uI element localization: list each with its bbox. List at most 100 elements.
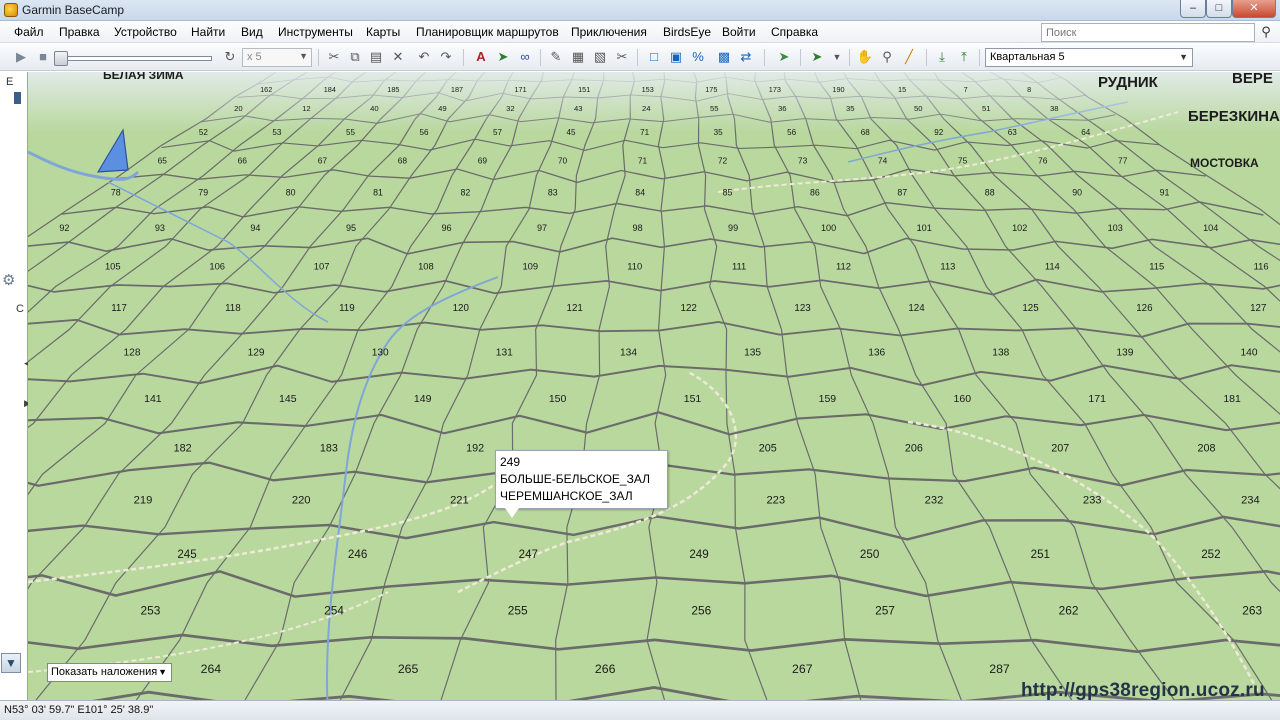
magnifier-icon[interactable]: ⚲ (1257, 24, 1275, 41)
chevron-down-icon[interactable]: ▼ (828, 48, 846, 66)
compartment-number-label: 64 (1081, 128, 1091, 137)
menu-file[interactable]: Файл (14, 25, 44, 39)
compartment-number-label: 252 (1201, 548, 1220, 561)
compartment-number-label: 173 (769, 85, 781, 94)
library-panel: E ⚙ C ◀ ▶ ▼ (0, 72, 31, 700)
compartment-number-label: 140 (1241, 347, 1258, 358)
compartment-number-label: 266 (595, 662, 616, 676)
playback-slider-thumb[interactable] (54, 51, 68, 66)
maximize-button[interactable]: □ (1206, 0, 1232, 18)
compartment-number-label: 108 (418, 260, 434, 271)
compartment-number-label: 109 (522, 260, 538, 271)
minimize-button[interactable]: – (1180, 0, 1206, 18)
toolbar-separator (849, 49, 850, 66)
paste-icon[interactable]: ▤ (367, 48, 385, 66)
menu-tools[interactable]: Инструменты (278, 25, 353, 39)
town-label: БЕЛАЯ ЗИМА (103, 72, 184, 82)
compartment-number-label: 35 (846, 104, 855, 113)
percent-icon[interactable]: % (689, 48, 707, 66)
compartment-number-label: 112 (836, 260, 851, 271)
compartment-number-label: 262 (1059, 603, 1079, 617)
rocket-icon[interactable]: ➤ (775, 48, 793, 66)
menu-adventures[interactable]: Приключения (571, 25, 647, 39)
compartment-number-label: 265 (398, 662, 419, 676)
map-view[interactable]: 162 184 185 187 171 151 153 175 173 190 15 7 8 20 12 40… (28, 72, 1280, 700)
menu-maps[interactable]: Карты (366, 25, 400, 39)
compartment-number-label: 99 (728, 223, 738, 233)
compartment-number-label: 94 (250, 223, 260, 233)
menu-edit[interactable]: Правка (59, 25, 100, 39)
link-tool-icon[interactable]: ∞ (516, 48, 534, 66)
ruler-icon[interactable]: ╱ (900, 48, 918, 66)
compartment-number-label: 85 (723, 187, 733, 197)
menu-help[interactable]: Справка (771, 25, 818, 39)
compartment-number-label: 251 (1031, 548, 1050, 561)
menu-find[interactable]: Найти (191, 25, 225, 39)
2d-view-icon[interactable]: □ (645, 48, 663, 66)
chevron-down-icon: ▼ (299, 51, 308, 61)
show-overlays-select[interactable]: Показать наложения ▼ (47, 663, 172, 682)
search-box (1041, 23, 1255, 42)
fit-map-icon[interactable]: ▩ (715, 48, 733, 66)
menu-device[interactable]: Устройство (114, 25, 177, 39)
play-icon[interactable]: ▶ (12, 48, 30, 66)
compartment-number-label: 84 (635, 187, 645, 197)
menu-birdseye[interactable]: BirdsEye (663, 25, 711, 39)
send-to-device-icon[interactable]: ⤒ (955, 48, 973, 66)
compartment-number-label: 246 (348, 548, 367, 561)
compartment-number-label: 68 (398, 155, 408, 165)
compartment-number-label: 72 (718, 155, 728, 165)
eraser-icon[interactable]: ▧ (591, 48, 609, 66)
redo-icon[interactable]: ↷ (437, 48, 455, 66)
route-direction-icon[interactable]: ➤ (808, 48, 826, 66)
3d-view-icon[interactable]: ▣ (667, 48, 685, 66)
map-product-select[interactable]: Квартальная 5 ▼ (985, 48, 1193, 67)
compartment-number-label: 160 (954, 393, 972, 405)
filter-icon[interactable]: ▼ (1, 653, 21, 673)
compartment-number-label: 135 (744, 347, 761, 358)
playback-speed-select[interactable]: x 5 ▼ (242, 48, 312, 67)
compartment-number-label: 38 (1050, 104, 1059, 113)
repeat-icon[interactable]: ↻ (221, 48, 239, 66)
text-tool-icon[interactable]: A (472, 48, 490, 66)
search-input[interactable] (1042, 24, 1232, 41)
delete-icon[interactable]: ✕ (389, 48, 407, 66)
pencil-icon[interactable]: ✎ (547, 48, 565, 66)
compartment-number-label: 117 (111, 303, 127, 314)
undo-icon[interactable]: ↶ (415, 48, 433, 66)
compartment-number-label: 88 (985, 187, 995, 197)
compartment-number-label: 36 (778, 104, 787, 113)
watermark: http://gps38region.ucoz.ru (1021, 680, 1265, 700)
compartment-number-label: 151 (578, 85, 590, 94)
compartment-number-label: 139 (1116, 347, 1133, 358)
menu-signin[interactable]: Войти (722, 25, 756, 39)
compartment-number-label: 138 (992, 347, 1009, 358)
menu-route-planner[interactable]: Планировщик маршрутов (416, 25, 559, 39)
receive-from-device-icon[interactable]: ⤓ (933, 48, 951, 66)
copy-icon[interactable]: ⧉ (346, 48, 364, 66)
compartment-number-label: 131 (496, 347, 513, 358)
hand-pan-icon[interactable]: ✋ (856, 48, 874, 66)
scissors-icon[interactable]: ✂ (613, 48, 631, 66)
menu-view[interactable]: Вид (241, 25, 263, 39)
compartment-number-label: 56 (419, 128, 429, 137)
zoom-icon[interactable]: ⚲ (878, 48, 896, 66)
compartment-number-label: 113 (940, 260, 955, 271)
compartment-number-label: 145 (279, 393, 297, 405)
compartment-number-label: 181 (1223, 393, 1241, 405)
title-bar: Garmin BaseCamp – □ ✕ (0, 0, 1280, 21)
cut-icon[interactable]: ✂ (325, 48, 343, 66)
compare-icon[interactable]: ⇄ (737, 48, 755, 66)
close-button[interactable]: ✕ (1232, 0, 1276, 18)
town-label: МОСТОВКА (1190, 156, 1259, 170)
compartment-number-label: 247 (519, 548, 538, 561)
select-area-icon[interactable]: ▦ (569, 48, 587, 66)
tooltip-pointer (505, 508, 519, 518)
stop-icon[interactable]: ■ (34, 48, 52, 66)
show-overlays-value: Показать наложения (51, 666, 158, 678)
route-tool-icon[interactable]: ➤ (494, 48, 512, 66)
tree-node-icon[interactable] (14, 92, 21, 104)
playback-slider-track[interactable] (56, 56, 212, 61)
map-canvas[interactable]: 162 184 185 187 171 151 153 175 173 190 15 7 820 12 40… (28, 72, 1280, 700)
gear-icon[interactable]: ⚙ (2, 271, 20, 289)
